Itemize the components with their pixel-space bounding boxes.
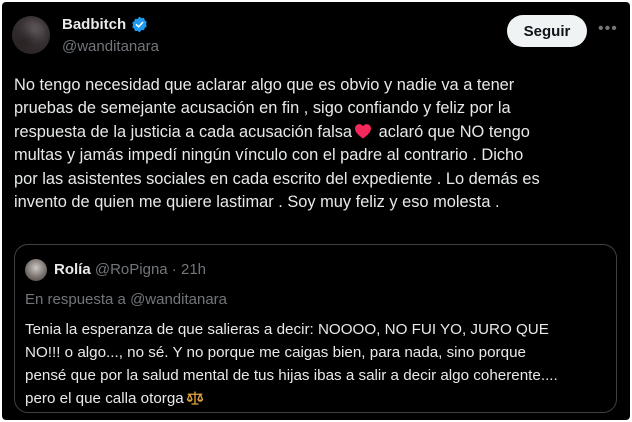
quoted-time: 21h xyxy=(180,261,207,278)
quoted-author-avatar xyxy=(25,259,47,281)
quoted-reply-to: En respuesta a @wanditanara xyxy=(25,291,228,308)
quoted-text: Tenia la esperanza de que salieras a dec… xyxy=(25,318,605,410)
quoted-handle: @RoPigna xyxy=(94,261,168,278)
more-options-icon[interactable]: ••• xyxy=(598,21,618,37)
quoted-text-body: Tenia la esperanza de que salieras a dec… xyxy=(25,321,558,407)
quoted-separator: · xyxy=(167,261,181,278)
avatar-photo-shading xyxy=(12,16,50,54)
follow-button[interactable]: Seguir xyxy=(507,15,587,47)
author-display-name[interactable]: Badbitch xyxy=(62,16,126,33)
author-name-row: Badbitch xyxy=(62,16,148,33)
balance-scale-icon xyxy=(186,391,203,405)
red-heart-icon xyxy=(355,123,372,139)
tweet-card: Badbitch @wanditanara Seguir ••• No teng… xyxy=(2,2,630,420)
quoted-header: Rolía @RoPigna · 21h xyxy=(54,261,206,278)
quoted-display-name: Rolía xyxy=(54,261,91,278)
tweet-text: No tengo necesidad que aclarar algo que … xyxy=(14,74,614,214)
author-handle[interactable]: @wanditanara xyxy=(62,38,159,55)
author-avatar[interactable] xyxy=(12,16,50,54)
verified-badge-icon xyxy=(132,16,147,33)
quoted-tweet[interactable]: Rolía @RoPigna · 21h En respuesta a @wan… xyxy=(14,244,617,413)
